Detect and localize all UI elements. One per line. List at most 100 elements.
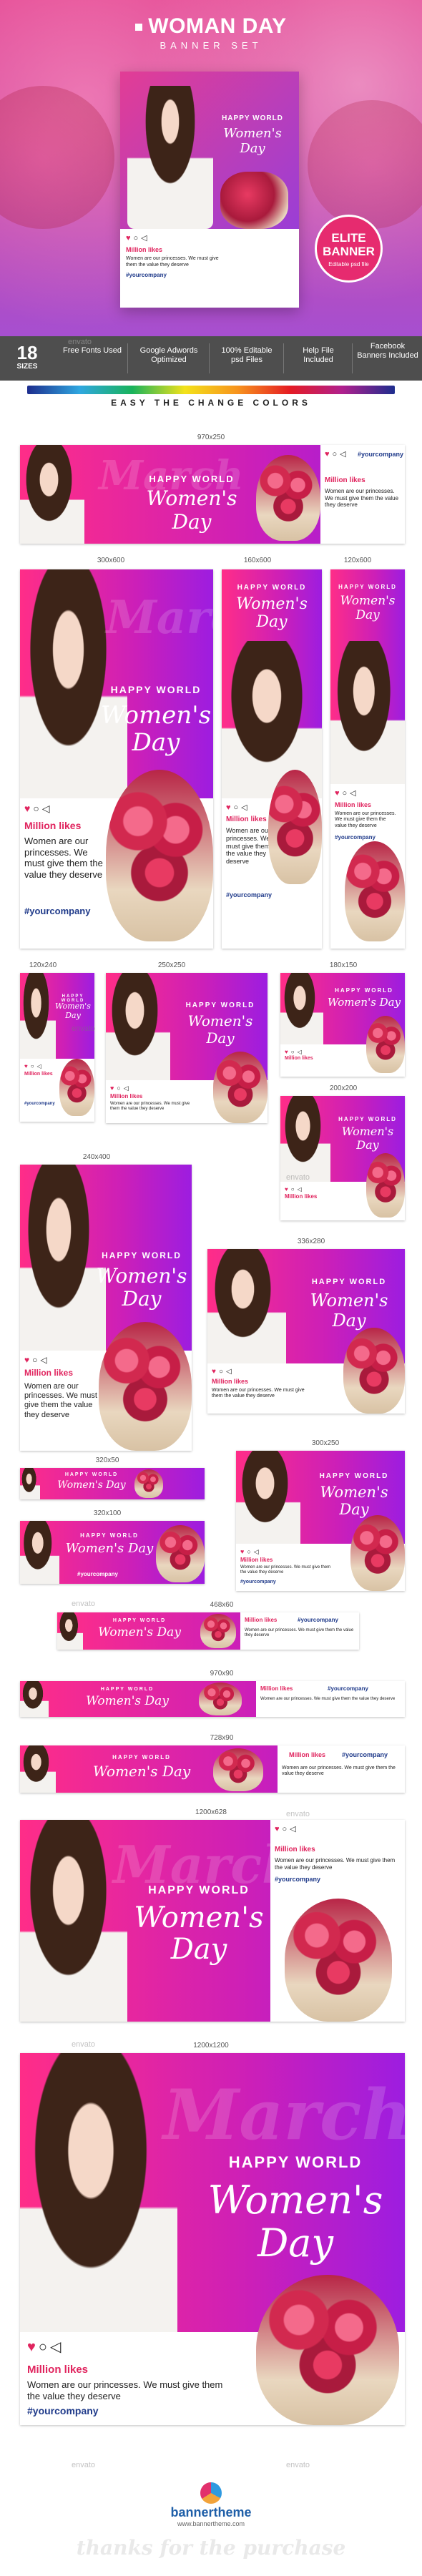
rose-bouquet — [200, 1614, 236, 1648]
banner-180x150: HAPPY WORLD Women's Day ♥○◁ Million like… — [280, 973, 405, 1077]
headline: HAPPY WORLD — [335, 987, 393, 994]
headline: HAPPY WORLD — [338, 1116, 397, 1122]
rose-bouquet — [59, 1059, 94, 1116]
size-label-970x250: 970x250 — [197, 434, 225, 441]
banner-120x240: HAPPY WORLD Women's Day ♥○◁ Million like… — [20, 973, 94, 1122]
rose-bouquet — [213, 1052, 268, 1123]
rose-bouquet — [350, 1515, 405, 1591]
likes: Million likes — [27, 2364, 89, 2376]
woman-photo — [57, 1612, 83, 1650]
woman-photo — [20, 1521, 59, 1584]
rose-bouquet — [256, 2275, 399, 2425]
sizes-number: 18 — [16, 342, 38, 363]
likes: Million likes — [275, 1846, 315, 1853]
brand-name: bannertheme — [170, 2505, 252, 2519]
woman-photo — [280, 1096, 330, 1182]
social-icons: ♥○◁ — [335, 789, 359, 798]
body-text: Women are our princesses. We must give t… — [260, 1697, 396, 1701]
banner-970x250: March HAPPY WORLD Women's Day ♥○◁ #yourc… — [20, 445, 405, 544]
rose-bouquet — [99, 1322, 192, 1451]
preview-image: HAPPY WORLD Women's Day — [120, 72, 299, 229]
rose-bouquet — [256, 455, 320, 541]
script-title: Women's Day — [341, 1125, 394, 1152]
woman-photo — [330, 641, 405, 784]
rose-bouquet — [220, 172, 288, 229]
rose-bouquet — [106, 770, 213, 941]
banner-240x400: HAPPY WORLD Women's Day ♥○◁ Million like… — [20, 1165, 192, 1451]
size-label-320x50: 320x50 — [95, 1456, 119, 1464]
rose-bouquet — [366, 1016, 405, 1073]
preview-likes: Million likes — [126, 246, 163, 253]
script-title: Women's Day — [340, 594, 396, 622]
script-title: Women's Day — [55, 1001, 91, 1020]
watermark: envato — [72, 1024, 96, 1033]
woman-photo — [20, 445, 84, 544]
rose-bouquet — [285, 1899, 392, 2022]
body-text: Women are our princesses. We must give t… — [212, 1388, 305, 1399]
social-card: ♥○◁ #yourcompany Million likes Women are… — [320, 445, 405, 544]
social-icons: ♥○◁ — [285, 1186, 305, 1192]
size-label-1200x628: 1200x628 — [195, 1808, 227, 1816]
headline: HAPPY WORLD — [148, 1884, 250, 1896]
likes: Million likes — [24, 820, 82, 831]
rose-bouquet — [366, 1153, 405, 1218]
banner-160x600: HAPPY WORLD Women's Day ♥○◁ Million like… — [222, 569, 322, 949]
social-icons: ♥○◁ — [24, 1063, 44, 1069]
preview-script: Women's Day — [223, 126, 282, 156]
size-label-468x60: 468x60 — [210, 1601, 234, 1609]
script-title: Women's Day — [146, 486, 237, 534]
banner-1200x628: March HAPPY WORLD Women's Day ♥○◁ Millio… — [20, 1820, 405, 2022]
feature-free-fonts: Free Fonts Used — [63, 346, 122, 355]
script-title: Women's Day — [96, 1264, 187, 1311]
social-icons: ♥○◁ — [226, 803, 250, 812]
banner-970x90: HAPPY WORLD Women's Day Million likes #y… — [20, 1681, 405, 1717]
body-text: Women are our princesses. We must give t… — [110, 1102, 190, 1112]
tag: #yourcompany — [275, 1876, 321, 1883]
size-label-160x600: 160x600 — [243, 557, 272, 564]
feature-divider — [209, 343, 210, 373]
likes: Million likes — [325, 476, 365, 484]
headline: HAPPY WORLD — [80, 1532, 139, 1539]
likes: Million likes — [285, 1056, 313, 1061]
banner-468x60: HAPPY WORLD Women's Day Million likes #y… — [57, 1612, 359, 1650]
body-text: Women are our princesses. We must give t… — [240, 1565, 331, 1575]
script-title: Women's Day — [100, 701, 212, 757]
banner-250x250: HAPPY WORLD Women's Day ♥○◁ Million like… — [106, 973, 268, 1123]
banner-320x100: HAPPY WORLD Women's Day #yourcompany — [20, 1521, 205, 1584]
feature-adwords: Google Adwords Optimized — [139, 346, 198, 364]
social-icons: ♥○◁ — [240, 1548, 262, 1555]
body-text: Women are our princesses. We must give t… — [282, 1766, 396, 1777]
social-icons: ♥○◁ — [126, 234, 150, 243]
bg-word: March — [163, 2075, 405, 2155]
body-text: Women are our princesses. We must give t… — [27, 2379, 223, 2401]
watermark: envato — [72, 2461, 96, 2469]
watermark: envato — [286, 1810, 310, 1818]
script-title: Women's Day — [207, 2178, 383, 2266]
tag: #yourcompany — [335, 834, 376, 841]
script-title: Women's Day — [57, 1479, 126, 1491]
feature-editable: 100% Editable psd Files — [221, 346, 273, 364]
page-title: WOMAN DAY — [0, 14, 422, 39]
woman-photo — [20, 1745, 56, 1793]
headline: HAPPY WORLD — [319, 1472, 389, 1480]
rose-bouquet — [156, 1525, 205, 1582]
preview-tag: #yourcompany — [126, 272, 167, 278]
body-text: Women are our princesses. We must give t… — [24, 836, 103, 880]
script-title: Women's Day — [310, 1291, 388, 1331]
woman-photo — [20, 1820, 127, 2022]
size-label-180x150: 180x150 — [329, 961, 358, 969]
feature-bar: 18 SIZES envato Free Fonts Used Google Ad… — [0, 336, 422, 381]
woman-photo — [280, 973, 323, 1044]
tag: #yourcompany — [77, 1571, 118, 1577]
size-label-250x250: 250x250 — [157, 961, 186, 969]
rose-bouquet — [199, 1683, 242, 1715]
headline: HAPPY WORLD — [110, 684, 202, 695]
brand-url[interactable]: www.bannertheme.com — [0, 2520, 422, 2527]
watermark: envato — [286, 1173, 310, 1182]
social-icons: ♥○◁ — [275, 1825, 299, 1833]
likes: Million likes — [24, 1368, 74, 1378]
watermark: envato — [68, 338, 92, 346]
feature-help-file: Help File Included — [303, 346, 334, 364]
likes: Million likes — [226, 816, 267, 823]
social-card: Million likes #yourcompany Women are our… — [240, 1612, 359, 1650]
